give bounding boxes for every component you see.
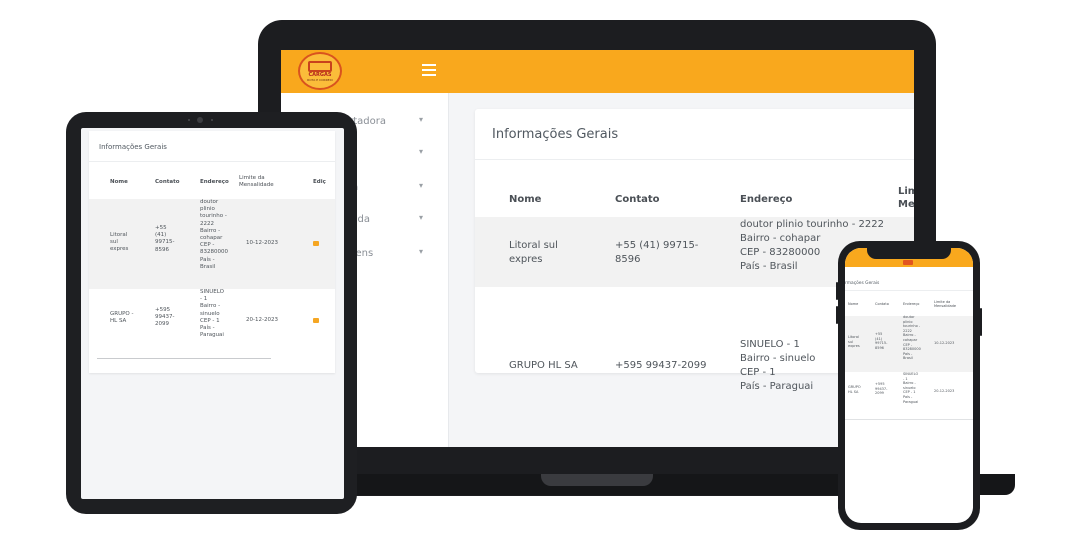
- phone-notch: [867, 247, 951, 259]
- chevron-down-icon: ▾: [419, 213, 424, 222]
- card-divider: [89, 161, 335, 162]
- phone-power-button: [980, 308, 982, 336]
- edit-icon[interactable]: [313, 318, 319, 323]
- cell-contato: +595 99437- 2099: [155, 307, 175, 328]
- cell-contato: +595 99437- 2099: [875, 382, 888, 396]
- column-header-nome: Nome: [509, 194, 542, 205]
- hamburger-menu-icon[interactable]: [422, 64, 436, 76]
- cell-limite: 10-12-2023: [934, 341, 955, 345]
- card-bottom-border: [845, 419, 973, 420]
- cell-nome: GRUPO HL SA: [848, 385, 861, 394]
- cell-nome: Litoral sul expres: [848, 335, 860, 349]
- cell-contato: +55 (41) 99715- 8596: [615, 240, 699, 265]
- laptop-screen: CARGAS ROTA E CORREIO ortadora ▾ as ▾ st…: [281, 50, 914, 447]
- info-card: Informações Gerais Nome Contato Endereço…: [89, 131, 335, 373]
- cell-nome: Litoral sul expres: [110, 232, 129, 253]
- logo-subtext: ROTA E CORREIO: [307, 77, 333, 82]
- card-divider: [475, 159, 914, 160]
- cell-endereco: SINUELO - 1 Bairro - sinuelo CEP - 1 País -…: [200, 289, 224, 339]
- column-header-endereco: Endereço: [200, 179, 229, 185]
- cell-endereco: SINUELO - 1 Bairro - sinuelo CEP - 1 Paí…: [740, 339, 816, 392]
- card-title: Informações Gerais: [99, 143, 167, 151]
- tablet-sensor: [188, 119, 190, 121]
- tablet-sensor: [211, 119, 213, 121]
- column-header-edicao: Ediç: [313, 179, 326, 185]
- column-header-nome: Nome: [110, 179, 128, 185]
- cell-limite: 10-12-2023: [246, 240, 278, 246]
- laptop-trackpad-notch: [541, 474, 653, 486]
- tablet-camera: [197, 117, 203, 123]
- chevron-down-icon: ▾: [419, 181, 424, 190]
- cell-nome: GRUPO HL SA: [509, 360, 578, 371]
- cell-limite: 20-12-2023: [934, 389, 955, 393]
- chevron-down-icon: ▾: [419, 115, 424, 124]
- phone-screen: rmações Gerais Nome Contato Endereço Lim…: [845, 248, 973, 523]
- card-title: rmações Gerais: [845, 281, 880, 286]
- cell-limite: 20-12-2023: [246, 317, 278, 323]
- chevron-down-icon: ▾: [419, 247, 424, 256]
- chevron-down-icon: ▾: [419, 147, 424, 156]
- column-header-limite: Limite da Mensalidade: [934, 300, 957, 308]
- cell-contato: +55 (41) 99715- 8596: [155, 225, 175, 253]
- horizontal-scrollbar[interactable]: [97, 358, 271, 359]
- tablet-screen: Informações Gerais Nome Contato Endereço…: [81, 128, 344, 499]
- cell-nome: GRUPO - HL SA: [110, 311, 134, 325]
- column-header-endereco: Endereço: [740, 194, 793, 205]
- card-title: Informações Gerais: [492, 127, 619, 142]
- column-header-contato: Contato: [615, 194, 660, 205]
- column-header-limite: Limite da Mensalidade: [239, 175, 274, 188]
- cell-contato: +55 (41) 99715- 8596: [875, 332, 888, 350]
- column-header-endereco: Endereço: [903, 302, 920, 306]
- cell-nome: Litoral sul expres: [509, 240, 558, 265]
- card-divider: [845, 290, 973, 291]
- column-header-limite: Limi Men: [898, 186, 914, 210]
- truck-icon: [308, 60, 332, 72]
- column-header-contato: Contato: [875, 302, 889, 306]
- column-header-nome: Nome: [848, 302, 859, 306]
- cell-endereco: doutor plinio tourinho -2222 Bairro - coha…: [200, 199, 228, 270]
- top-navbar: CARGAS ROTA E CORREIO: [281, 50, 914, 93]
- brand-logo[interactable]: CARGAS ROTA E CORREIO: [298, 52, 342, 90]
- column-header-contato: Contato: [155, 179, 180, 185]
- cell-contato: +595 99437-2099: [615, 360, 707, 371]
- cell-endereco: SINUELO - 1 Bairro - sinuelo CEP - 1 País -…: [903, 372, 919, 404]
- brand-logo[interactable]: [903, 260, 913, 265]
- edit-icon[interactable]: [313, 241, 319, 246]
- cell-endereco: doutor plinio tourinho -2222 Bairro - coha…: [903, 315, 921, 361]
